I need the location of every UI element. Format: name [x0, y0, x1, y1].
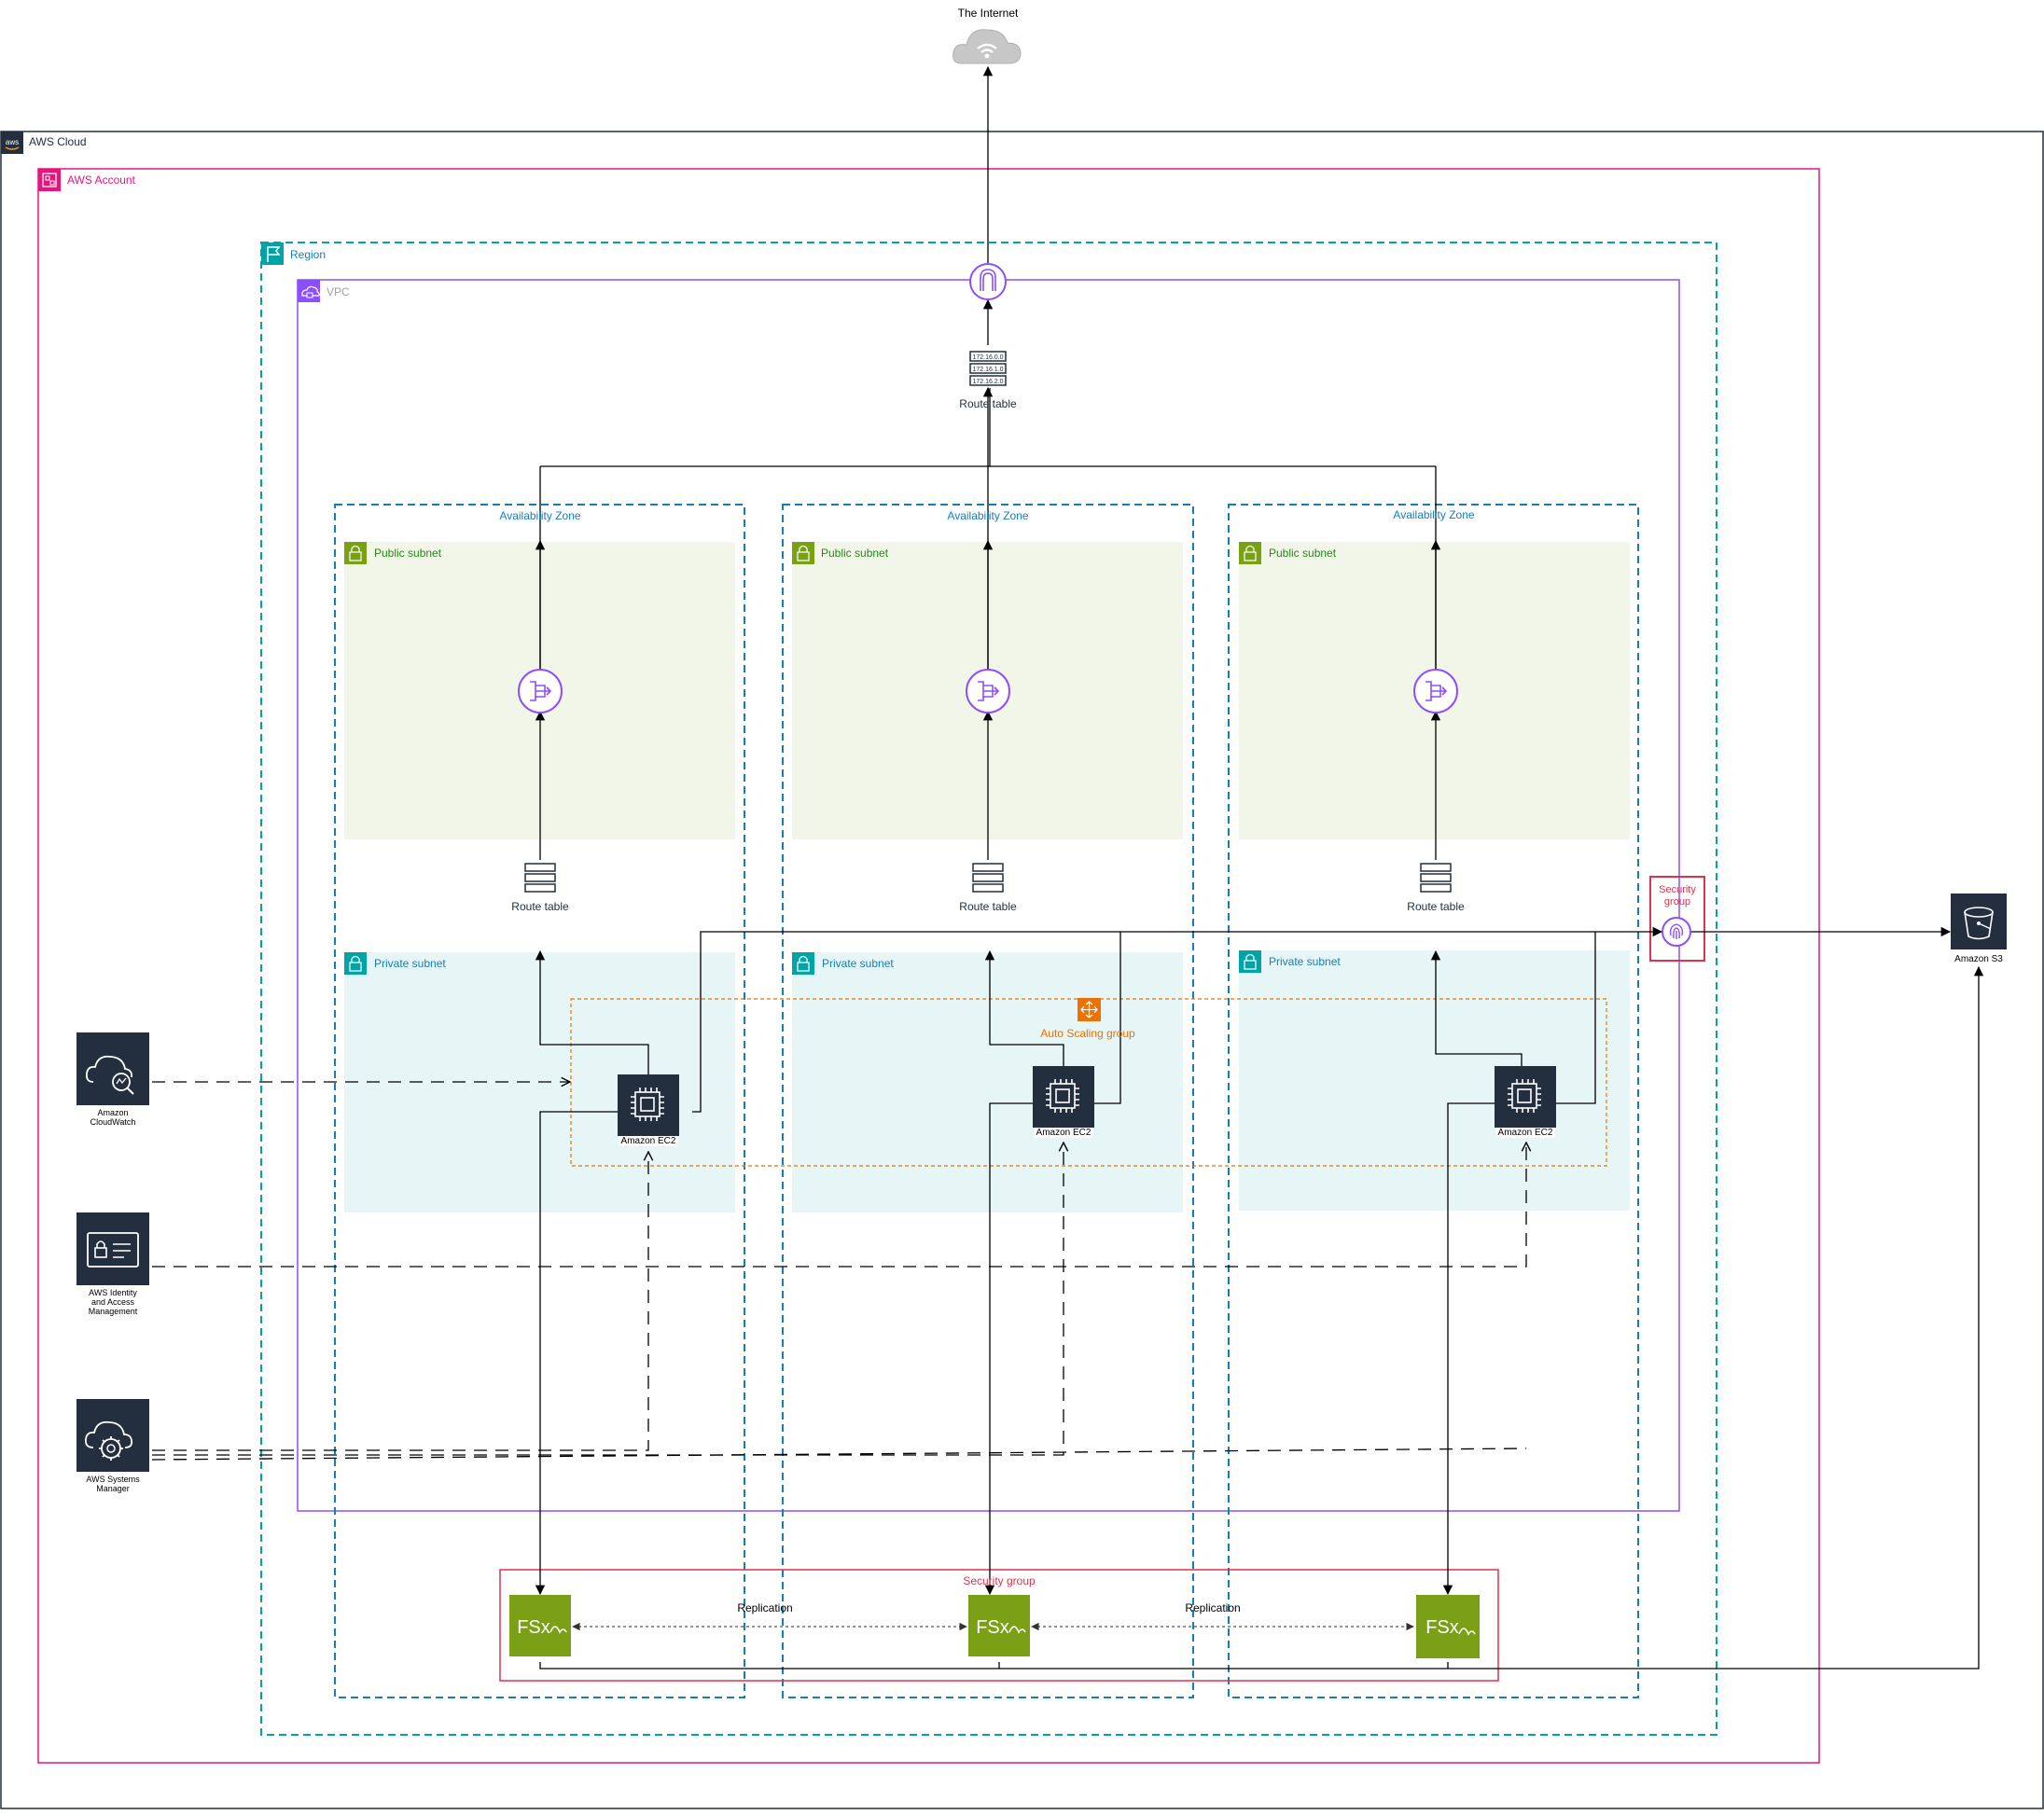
vpc-cloud-icon [298, 280, 320, 302]
public-subnet-label-3: Public subnet [1269, 547, 1337, 560]
private-subnet-label-3: Private subnet [1269, 955, 1341, 968]
security-fingerprint-icon [1662, 917, 1691, 947]
region-label: Region [290, 248, 327, 261]
route-table-label-2: Route table [959, 900, 1017, 913]
fsx-label-1: FSx [517, 1617, 550, 1638]
private-subnet-3 [1239, 950, 1630, 1211]
svg-text:aws: aws [6, 138, 19, 146]
auto-scaling-icon [1078, 998, 1101, 1021]
systems-manager-icon[interactable] [76, 1399, 149, 1472]
vpc-label: VPC [327, 285, 350, 298]
aws-cloud-label: AWS Cloud [29, 135, 87, 148]
fsx-label-2: FSx [976, 1617, 1009, 1638]
systems-manager-label-line2: Manager [96, 1483, 130, 1493]
private-subnet-label-1: Private subnet [374, 957, 446, 970]
security-group-fsx-label: Security group [963, 1574, 1036, 1587]
iam-icon[interactable] [76, 1212, 149, 1285]
cloudwatch-icon[interactable] [76, 1032, 149, 1105]
aws-logo-icon: aws [1, 132, 23, 154]
cloudwatch-label-line2: CloudWatch [90, 1116, 136, 1127]
route-entry-2: 172.16.1.0 [972, 367, 1003, 373]
route-table-label-3: Route table [1407, 900, 1465, 913]
route-entry-3: 172.16.2.0 [972, 379, 1003, 385]
connectors [535, 65, 1984, 1670]
route-table-main-icon[interactable]: 172.16.0.0 172.16.1.0 172.16.2.0 [969, 351, 1007, 386]
s3-label: Amazon S3 [1954, 954, 2003, 964]
public-subnet-label-1: Public subnet [374, 547, 442, 560]
ec2-label-2: Amazon EC2 [1034, 1128, 1093, 1138]
security-group-s3-label-line1: Security [1659, 884, 1696, 895]
architecture-diagram: aws 172.16.0.0 172.16.1.0 172.16.2.0 FSx… [0, 0, 2044, 1810]
ec2-label-1: Amazon EC2 [619, 1136, 678, 1146]
internet-cloud-icon [952, 29, 1022, 64]
route-table-main-label: Route table [959, 397, 1017, 410]
replication-label-2: Replication [1185, 1601, 1241, 1614]
iam-label-line3: Management [88, 1306, 138, 1316]
aws-account-label: AWS Account [67, 173, 135, 187]
route-table-icon[interactable] [524, 863, 1452, 893]
auto-scaling-label: Auto Scaling group [1040, 1027, 1135, 1040]
systems-manager-label: AWS Systems Manager [62, 1475, 164, 1494]
fsx-label-3: FSx [1425, 1617, 1459, 1638]
diagram-canvas: aws 172.16.0.0 172.16.1.0 172.16.2.0 FSx… [0, 29, 2044, 1809]
ec2-label-3: Amazon EC2 [1495, 1128, 1555, 1138]
az-label-1: Availability Zone [499, 509, 581, 522]
s3-bucket-icon[interactable] [1951, 894, 2007, 949]
private-subnet-label-2: Private subnet [822, 957, 894, 970]
security-group-s3-label-line2: group [1663, 896, 1691, 908]
private-subnet-2 [792, 952, 1183, 1212]
az-label-3: Availability Zone [1393, 508, 1475, 521]
aws-account-icon [38, 169, 61, 191]
internet-label: The Internet [957, 7, 1019, 20]
public-subnet-label-2: Public subnet [821, 547, 889, 560]
replication-label-1: Replication [737, 1601, 793, 1614]
cloudwatch-label: Amazon CloudWatch [62, 1108, 164, 1128]
internet-gateway-icon[interactable] [969, 263, 1007, 300]
region-flag-icon [261, 242, 284, 265]
iam-label: AWS Identity and Access Management [62, 1288, 164, 1317]
route-table-label-1: Route table [511, 900, 569, 913]
az-label-2: Availability Zone [947, 509, 1029, 522]
route-entry-1: 172.16.0.0 [972, 354, 1003, 361]
